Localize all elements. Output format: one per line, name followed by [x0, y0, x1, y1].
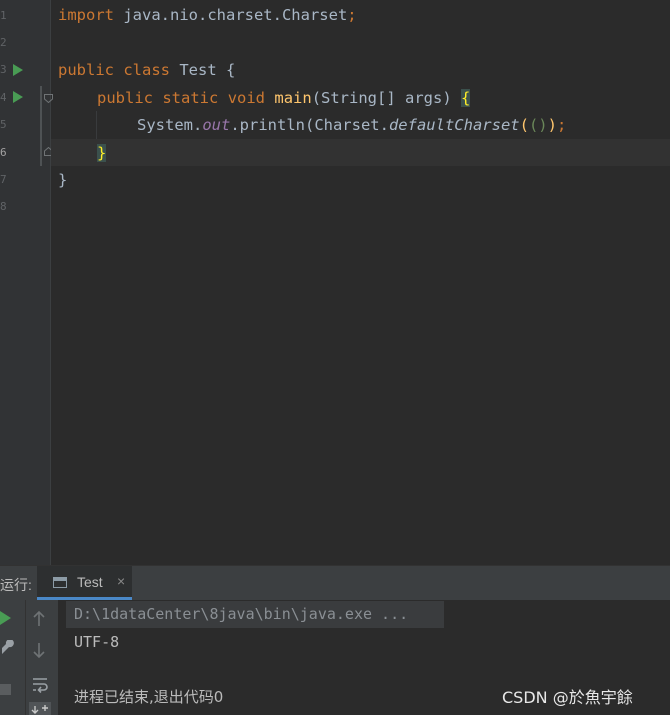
code-line-import[interactable]: import java.nio.charset.Charset; [58, 5, 357, 25]
code-line-println[interactable]: System.out.println(Charset.defaultCharse… [137, 115, 566, 135]
close-icon[interactable]: × [117, 573, 125, 589]
line-number: 5 [0, 119, 6, 131]
line-number: 1 [0, 10, 6, 22]
indent-guide [96, 111, 97, 139]
line-number: 3 [0, 64, 6, 76]
code-editor[interactable]: 1 2 3 4 5 6 7 8 import java.nio.charset.… [0, 0, 670, 565]
soft-wrap-icon[interactable] [31, 675, 49, 693]
fold-icon[interactable] [44, 94, 53, 103]
matched-brace: } [97, 144, 107, 162]
editor-gutter: 1 2 3 4 5 6 7 8 [0, 0, 53, 565]
tab-test[interactable]: Test × [37, 566, 132, 600]
line-number: 8 [0, 201, 6, 213]
line-number: 7 [0, 174, 6, 186]
line-number: 2 [0, 37, 6, 49]
line-number: 4 [0, 92, 6, 104]
console-window-icon [53, 577, 67, 588]
rerun-icon[interactable] [0, 611, 11, 625]
run-icon[interactable] [13, 64, 23, 76]
current-line-highlight [51, 139, 670, 166]
change-marker [40, 86, 42, 166]
run-label: 运行: [0, 577, 32, 593]
code-line-class[interactable]: public class Test { [58, 60, 235, 80]
matched-brace: { [461, 89, 471, 107]
console-exit-message: 进程已结束,退出代码0 [74, 688, 224, 706]
run-icon[interactable] [13, 91, 23, 103]
console-command[interactable]: D:\1dataCenter\8java\bin\java.exe ... [74, 604, 408, 624]
code-line-close-main[interactable]: } [97, 143, 107, 163]
scroll-to-end-icon[interactable] [29, 702, 51, 715]
line-number: 6 [0, 147, 6, 159]
stop-icon[interactable] [0, 684, 11, 695]
wrench-icon[interactable] [0, 640, 14, 656]
console-output-line: UTF-8 [74, 633, 120, 651]
arrow-up-icon[interactable] [31, 610, 47, 628]
watermark: CSDN @於魚宇餘 [502, 688, 633, 707]
code-line-close-class[interactable]: } [58, 170, 67, 190]
arrow-down-icon[interactable] [31, 641, 47, 659]
run-tool-window-header: 运行: Test × [0, 565, 670, 600]
tab-label: Test [77, 574, 103, 590]
code-line-main[interactable]: public static void main(String[] args) { [97, 88, 471, 108]
